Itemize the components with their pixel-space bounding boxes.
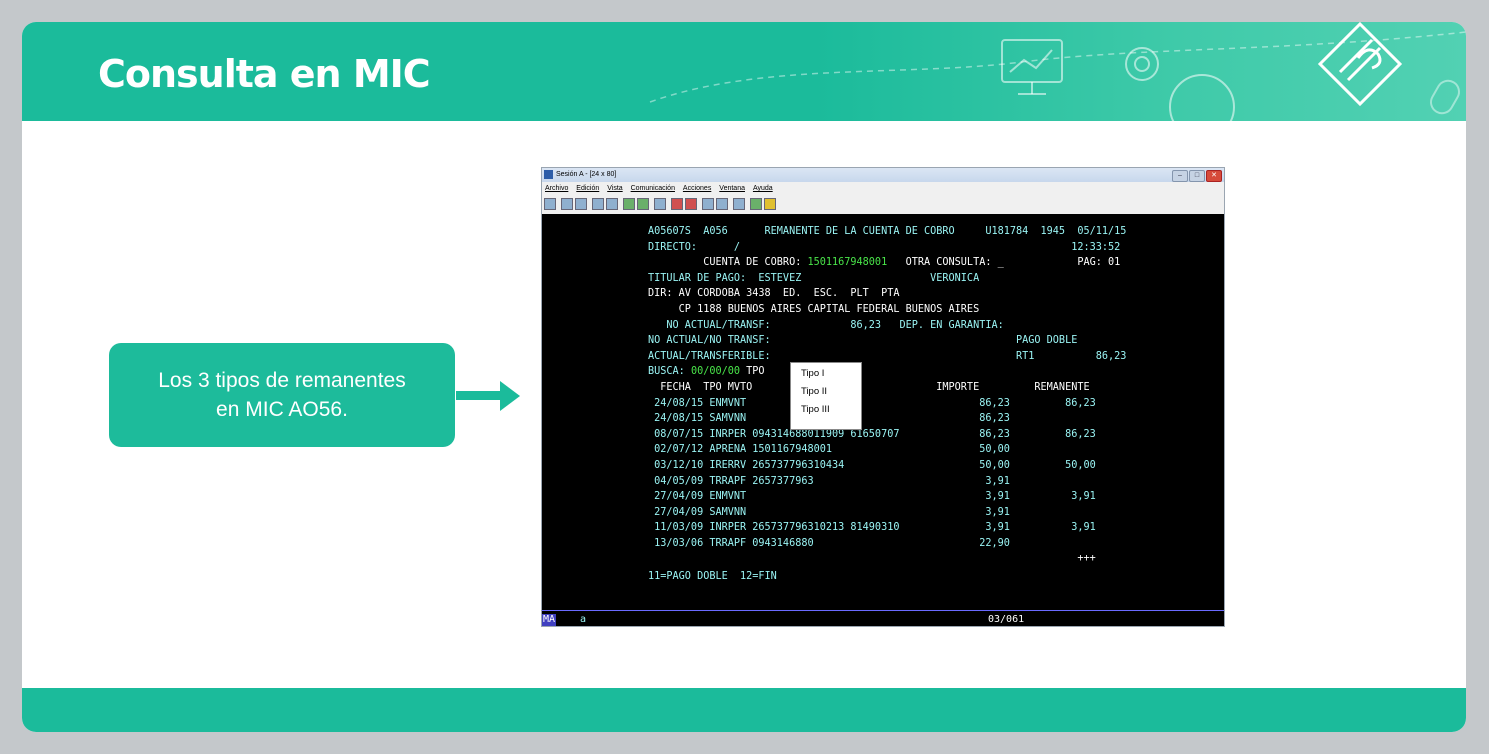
table-header: FECHA TPO MVTO REFERENCIA IMPORTE REMANE…	[648, 381, 1090, 393]
print-icon[interactable]	[654, 198, 666, 210]
status-session: a	[580, 614, 587, 625]
close-button[interactable]: ✕	[1206, 170, 1222, 182]
toolbar	[544, 197, 776, 211]
paste-icon[interactable]	[575, 198, 587, 210]
menu-bar: Archivo Edición Vista Comunicación Accio…	[542, 183, 1224, 195]
term-line: NO ACTUAL/TRANSF: 86,23 DEP. EN GARANTIA…	[648, 319, 1004, 331]
table-row: 11/03/09 INRPER 265737796310213 81490310…	[648, 522, 1096, 534]
account-number: 1501167948001	[807, 257, 888, 269]
copy-icon[interactable]	[561, 198, 573, 210]
table-row: 24/08/15 SAMVNN 86,23	[654, 413, 1010, 425]
terminal-text: A05607S A056 REMANENTE DE LA CUENTA DE C…	[648, 224, 1126, 585]
term-line: A05607S A056 REMANENTE DE LA CUENTA DE C…	[648, 226, 1127, 237]
monitor-icon	[1001, 39, 1063, 95]
minimize-button[interactable]: –	[1172, 170, 1188, 182]
callout-line-1: Los 3 tipos de remanentes	[158, 369, 406, 392]
app-icon	[544, 170, 553, 179]
tipo-popup: Tipo I Tipo II Tipo III	[790, 362, 862, 430]
menu-vista[interactable]: Vista	[607, 185, 622, 192]
cursor-position: 03/061	[988, 614, 1025, 625]
terminal-screen[interactable]: A05607S A056 REMANENTE DE LA CUENTA DE C…	[542, 214, 1224, 626]
send-icon[interactable]	[592, 198, 604, 210]
header-decoration	[649, 22, 1466, 121]
map-icon[interactable]	[716, 198, 728, 210]
record-icon[interactable]	[637, 198, 649, 210]
menu-acciones[interactable]: Acciones	[683, 185, 711, 192]
keyboard-icon[interactable]	[702, 198, 714, 210]
play-icon[interactable]	[685, 198, 697, 210]
table-row: 24/08/15 ENMVNT 86,23 86,23	[648, 397, 1096, 409]
menu-ventana[interactable]: Ventana	[719, 185, 745, 192]
table-row: 27/04/09 SAMVNN 3,91	[648, 506, 1010, 518]
stop-icon[interactable]	[671, 198, 683, 210]
status-divider	[542, 610, 1224, 611]
maximize-button[interactable]: □	[1189, 170, 1205, 182]
term-line: CUENTA DE COBRO: 1501167948001 OTRA CONS…	[648, 257, 1121, 269]
pencil-diamond-icon	[1317, 22, 1403, 107]
gear-icon	[1125, 47, 1235, 121]
function-keys: 11=PAGO DOBLE 12=FIN	[648, 571, 777, 583]
slide-header: Consulta en MIC	[22, 22, 1466, 121]
table-row: 04/05/09 TRRAPF 2657377963 3,91	[648, 475, 1010, 487]
term-line: DIRECTO: / 12:33:52	[648, 241, 1121, 253]
slide-title: Consulta en MIC	[98, 52, 431, 96]
window-title: Sesión A - [24 x 80]	[556, 171, 617, 178]
table-row: 13/03/06 TRRAPF 0943146880 22,90	[648, 537, 1010, 549]
table-row: 03/12/10 IRERRV 265737796310434 50,00 50…	[648, 459, 1096, 471]
term-line: DIR: AV CORDOBA 3438 ED. ESC. PLT PTA	[648, 288, 900, 300]
globe-icon[interactable]	[750, 198, 762, 210]
term-line: BUSCA: 00/00/00 TPO	[648, 366, 765, 378]
table-row: 08/07/15 INRPER 094314688011909 61650707…	[648, 428, 1096, 440]
term-line: NO ACTUAL/NO TRANSF: PAGO DOBLE	[648, 335, 1078, 347]
status-mode: MA	[542, 614, 557, 626]
callout-box: Los 3 tipos de remanentes en MIC AO56.	[109, 343, 455, 447]
term-line: ACTUAL/TRANSFERIBLE: RT1 86,23	[648, 350, 1127, 362]
mouse-icon	[1430, 79, 1460, 115]
menu-ayuda[interactable]: Ayuda	[753, 185, 773, 192]
display-icon[interactable]	[733, 198, 745, 210]
term-line: CP 1188 BUENOS AIRES CAPITAL FEDERAL BUE…	[648, 303, 980, 315]
connect-icon[interactable]	[544, 198, 556, 210]
slide-footer	[22, 688, 1466, 732]
receive-icon[interactable]	[606, 198, 618, 210]
window-titlebar[interactable]: Sesión A - [24 x 80] – □ ✕	[542, 168, 1224, 182]
terminal-window: Sesión A - [24 x 80] – □ ✕ Archivo Edici…	[541, 167, 1225, 627]
term-line: TITULAR DE PAGO: ESTEVEZ VERONICA	[648, 272, 980, 284]
arrow-right-icon	[456, 381, 520, 411]
menu-archivo[interactable]: Archivo	[545, 185, 568, 192]
more-indicator: +++	[648, 553, 1096, 565]
menu-comunicacion[interactable]: Comunicación	[631, 185, 675, 192]
macro-icon[interactable]	[623, 198, 635, 210]
callout-line-2: en MIC AO56.	[216, 398, 348, 421]
slide: Consulta en MIC Los 3 tipos de remanente…	[22, 22, 1466, 732]
popup-item-tipo-2: Tipo II	[801, 386, 828, 397]
menu-edicion[interactable]: Edición	[576, 185, 599, 192]
popup-item-tipo-3: Tipo III	[801, 404, 830, 415]
status-bar: MA a 03/061	[542, 614, 1224, 626]
edit-icon[interactable]	[764, 198, 776, 210]
table-row: 02/07/12 APRENA 1501167948001 50,00	[648, 444, 1010, 456]
popup-item-tipo-1: Tipo I	[801, 368, 825, 379]
busca-date: 00/00/00	[690, 366, 741, 378]
table-row: 27/04/09 ENMVNT 3,91 3,91	[648, 491, 1096, 503]
